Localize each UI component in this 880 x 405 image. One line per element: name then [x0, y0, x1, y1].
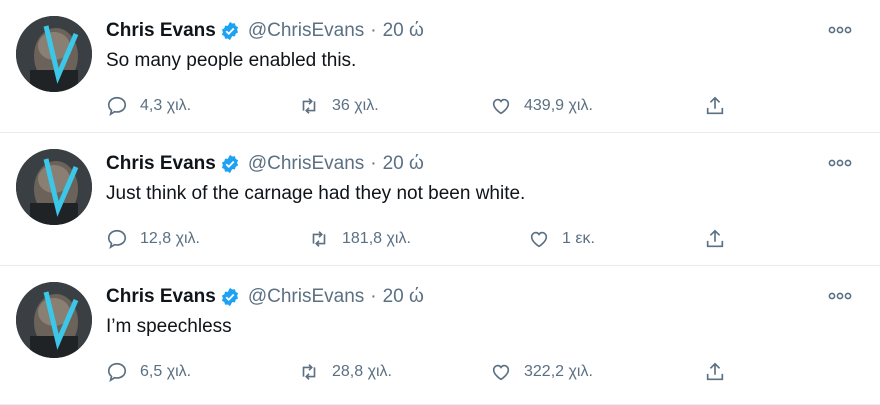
separator-dot: · — [370, 286, 377, 307]
reply-button[interactable]: 4,3 χιλ. — [106, 93, 191, 119]
more-options-icon[interactable] — [826, 20, 854, 40]
tweet[interactable]: Chris Evans @ChrisEvans · 20 ώ Just thin… — [0, 133, 880, 266]
share-button[interactable] — [704, 226, 726, 252]
retweet-icon — [312, 231, 326, 247]
tweet-feed: Chris Evans @ChrisEvans · 20 ώ So many p… — [0, 0, 880, 405]
tweet-actions: 4,3 χιλ. 36 χιλ. 439,9 χιλ. — [106, 93, 746, 119]
retweet-icon — [302, 364, 316, 380]
avatar-image — [16, 149, 92, 225]
verified-badge-icon — [221, 287, 238, 307]
reply-button[interactable]: 6,5 χιλ. — [106, 359, 191, 385]
separator-dot: · — [370, 153, 377, 174]
share-icon — [706, 362, 724, 381]
avatar-image — [16, 282, 92, 358]
tweet-header: Chris Evans @ChrisEvans · 20 ώ — [106, 284, 424, 310]
user-handle[interactable]: @ChrisEvans — [248, 286, 364, 308]
display-name[interactable]: Chris Evans — [106, 286, 216, 308]
like-count: 439,9 χιλ. — [524, 97, 593, 114]
reply-count: 12,8 χιλ. — [140, 230, 200, 247]
tweet-text: So many people enabled this. — [106, 50, 357, 71]
more-options-icon[interactable] — [826, 153, 854, 173]
avatar-image — [16, 16, 92, 92]
tweet-text: I’m speechless — [106, 316, 232, 337]
share-button[interactable] — [704, 93, 726, 119]
heart-icon — [492, 98, 510, 115]
timestamp[interactable]: 20 ώ — [383, 20, 424, 42]
user-handle[interactable]: @ChrisEvans — [248, 153, 364, 175]
reply-icon — [107, 362, 127, 383]
tweet-actions: 6,5 χιλ. 28,8 χιλ. 322,2 χιλ. — [106, 359, 746, 385]
share-icon — [706, 229, 724, 248]
tweet-text: Just think of the carnage had they not b… — [106, 183, 526, 204]
reply-icon — [107, 96, 127, 117]
reply-count: 6,5 χιλ. — [140, 363, 192, 380]
verified-badge-icon — [221, 21, 238, 41]
avatar[interactable] — [16, 16, 92, 92]
like-count: 322,2 χιλ. — [524, 363, 593, 380]
retweet-count: 181,8 χιλ. — [342, 230, 411, 247]
retweet-count: 28,8 χιλ. — [332, 363, 392, 380]
share-icon — [706, 96, 724, 115]
heart-icon — [530, 231, 548, 248]
user-handle[interactable]: @ChrisEvans — [248, 20, 364, 42]
retweet-button[interactable]: 36 χιλ. — [298, 93, 379, 119]
more-options-icon[interactable] — [826, 286, 854, 306]
like-count: 1 εκ. — [562, 230, 595, 247]
timestamp[interactable]: 20 ώ — [383, 286, 424, 308]
separator-dot: · — [370, 20, 377, 41]
tweet-header: Chris Evans @ChrisEvans · 20 ώ — [106, 151, 424, 177]
reply-button[interactable]: 12,8 χιλ. — [106, 226, 200, 252]
reply-count: 4,3 χιλ. — [140, 97, 192, 114]
avatar[interactable] — [16, 149, 92, 225]
retweet-button[interactable]: 28,8 χιλ. — [298, 359, 392, 385]
like-button[interactable]: 322,2 χιλ. — [490, 359, 593, 385]
tweet-header: Chris Evans @ChrisEvans · 20 ώ — [106, 18, 424, 44]
tweet[interactable]: Chris Evans @ChrisEvans · 20 ώ I’m speec… — [0, 266, 880, 405]
like-button[interactable]: 439,9 χιλ. — [490, 93, 593, 119]
share-button[interactable] — [704, 359, 726, 385]
retweet-button[interactable]: 181,8 χιλ. — [308, 226, 411, 252]
reply-icon — [107, 229, 127, 250]
verified-badge-icon — [221, 154, 238, 174]
heart-icon — [492, 364, 510, 381]
display-name[interactable]: Chris Evans — [106, 153, 216, 175]
display-name[interactable]: Chris Evans — [106, 20, 216, 42]
avatar[interactable] — [16, 282, 92, 358]
like-button[interactable]: 1 εκ. — [528, 226, 595, 252]
timestamp[interactable]: 20 ώ — [383, 153, 424, 175]
retweet-count: 36 χιλ. — [332, 97, 379, 114]
tweet[interactable]: Chris Evans @ChrisEvans · 20 ώ So many p… — [0, 0, 880, 133]
tweet-actions: 12,8 χιλ. 181,8 χιλ. 1 εκ. — [106, 226, 746, 252]
retweet-icon — [302, 98, 316, 114]
